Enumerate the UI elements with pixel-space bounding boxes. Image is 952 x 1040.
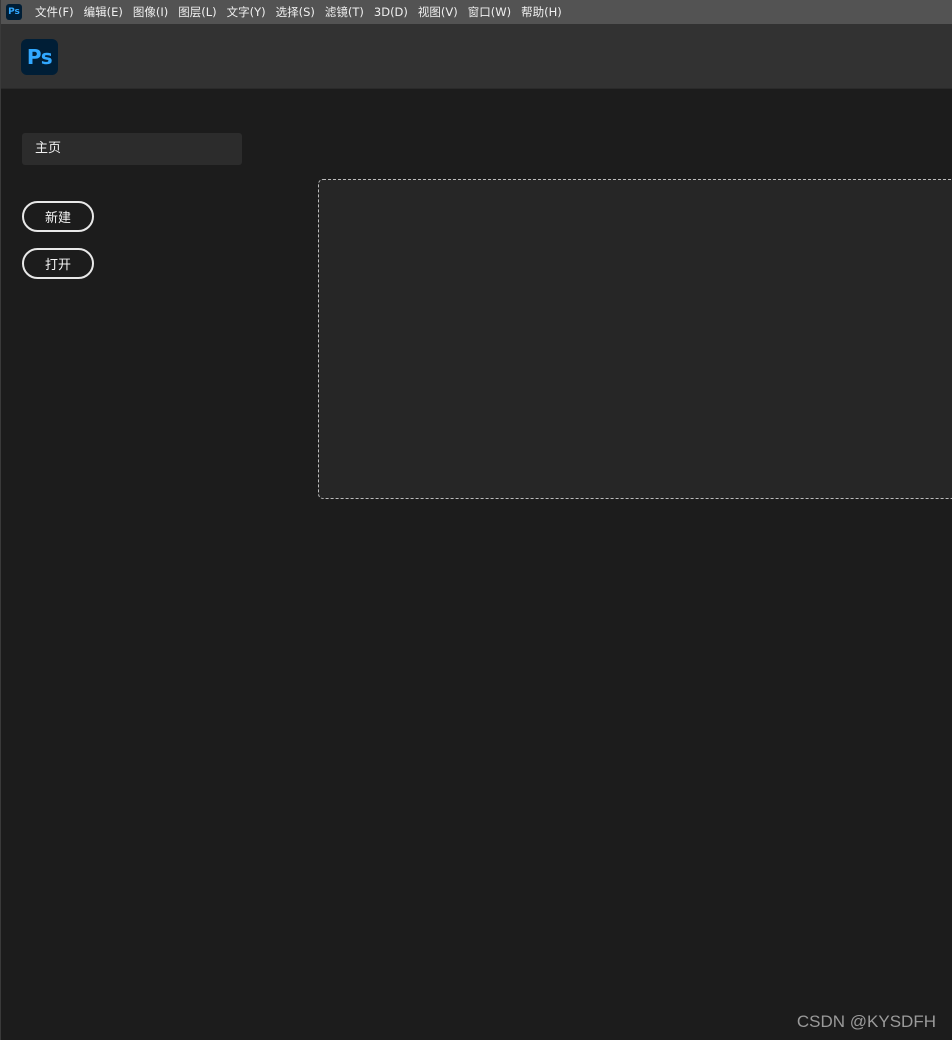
menu-select[interactable]: 选择(S) bbox=[271, 0, 320, 24]
menu-filter[interactable]: 滤镜(T) bbox=[320, 0, 369, 24]
menu-bar: Ps 文件(F) 编辑(E) 图像(I) 图层(L) 文字(Y) 选择(S) 滤… bbox=[1, 0, 952, 24]
file-drop-zone[interactable] bbox=[318, 179, 952, 499]
watermark: CSDN @KYSDFH bbox=[796, 1012, 936, 1031]
menu-image[interactable]: 图像(I) bbox=[128, 0, 173, 24]
new-button[interactable]: 新建 bbox=[22, 201, 94, 232]
sidebar-item-home[interactable]: 主页 bbox=[22, 133, 242, 165]
header-bar: Ps bbox=[1, 24, 952, 89]
photoshop-logo[interactable]: Ps bbox=[21, 39, 58, 75]
menu-3d[interactable]: 3D(D) bbox=[369, 0, 413, 24]
open-button[interactable]: 打开 bbox=[22, 248, 94, 279]
photoshop-app-icon[interactable]: Ps bbox=[6, 4, 22, 20]
photoshop-window: Ps 文件(F) 编辑(E) 图像(I) 图层(L) 文字(Y) 选择(S) 滤… bbox=[0, 0, 952, 1040]
menu-file[interactable]: 文件(F) bbox=[30, 0, 79, 24]
menu-help[interactable]: 帮助(H) bbox=[516, 0, 567, 24]
menu-layer[interactable]: 图层(L) bbox=[173, 0, 221, 24]
menu-type[interactable]: 文字(Y) bbox=[222, 0, 271, 24]
menu-view[interactable]: 视图(V) bbox=[413, 0, 463, 24]
menu-edit[interactable]: 编辑(E) bbox=[79, 0, 128, 24]
menu-window[interactable]: 窗口(W) bbox=[463, 0, 516, 24]
